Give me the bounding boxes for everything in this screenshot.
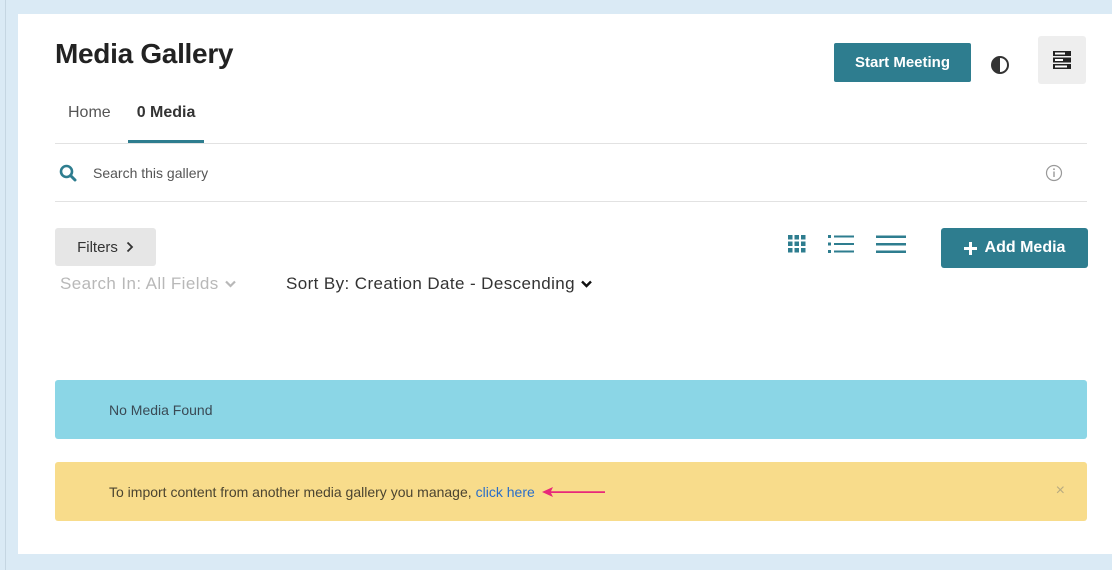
- info-icon[interactable]: [1045, 164, 1063, 182]
- menu-icon: [1053, 51, 1071, 69]
- view-toggle: [788, 234, 906, 254]
- annotation-arrow-icon: [541, 486, 605, 497]
- filters-button[interactable]: Filters: [55, 228, 156, 266]
- close-icon[interactable]: ×: [1056, 482, 1065, 500]
- sort-by-dropdown[interactable]: Sort By: Creation Date - Descending: [286, 274, 592, 294]
- import-text: To import content from another media gal…: [109, 483, 472, 500]
- add-media-label: Add Media: [984, 239, 1066, 256]
- no-media-alert: No Media Found: [55, 380, 1087, 439]
- gallery-panel: Media Gallery Start Meeting Home 0 Media: [18, 14, 1112, 554]
- chevron-right-icon: [126, 241, 134, 253]
- divider: [55, 201, 1087, 202]
- page-title: Media Gallery: [55, 38, 234, 69]
- contrast-icon[interactable]: [991, 56, 1009, 74]
- left-edge: [0, 0, 6, 570]
- import-alert: To import content from another media gal…: [55, 462, 1087, 521]
- grid-view-icon[interactable]: [788, 235, 806, 253]
- search-in-dropdown[interactable]: Search In: All Fields: [60, 274, 236, 294]
- search-bar: [55, 144, 1087, 201]
- search-icon: [59, 164, 77, 181]
- chevron-down-icon: [581, 280, 592, 288]
- list-view-icon[interactable]: [876, 234, 906, 254]
- filters-label: Filters: [77, 238, 118, 256]
- menu-button[interactable]: [1038, 36, 1086, 84]
- no-media-text: No Media Found: [109, 401, 213, 418]
- chevron-down-icon: [224, 280, 236, 288]
- tab-home[interactable]: Home: [55, 100, 124, 144]
- detailed-list-view-icon[interactable]: [828, 234, 854, 254]
- add-media-button[interactable]: Add Media: [941, 228, 1088, 268]
- search-input[interactable]: [93, 164, 993, 181]
- sort-by-label: Sort By: Creation Date - Descending: [286, 274, 575, 293]
- tab-media[interactable]: 0 Media: [124, 100, 209, 144]
- plus-icon: [963, 241, 977, 255]
- tab-bar: Home 0 Media: [55, 100, 208, 144]
- import-link[interactable]: click here: [476, 484, 535, 500]
- start-meeting-button[interactable]: Start Meeting: [834, 43, 971, 82]
- search-in-label: Search In: All Fields: [60, 274, 219, 293]
